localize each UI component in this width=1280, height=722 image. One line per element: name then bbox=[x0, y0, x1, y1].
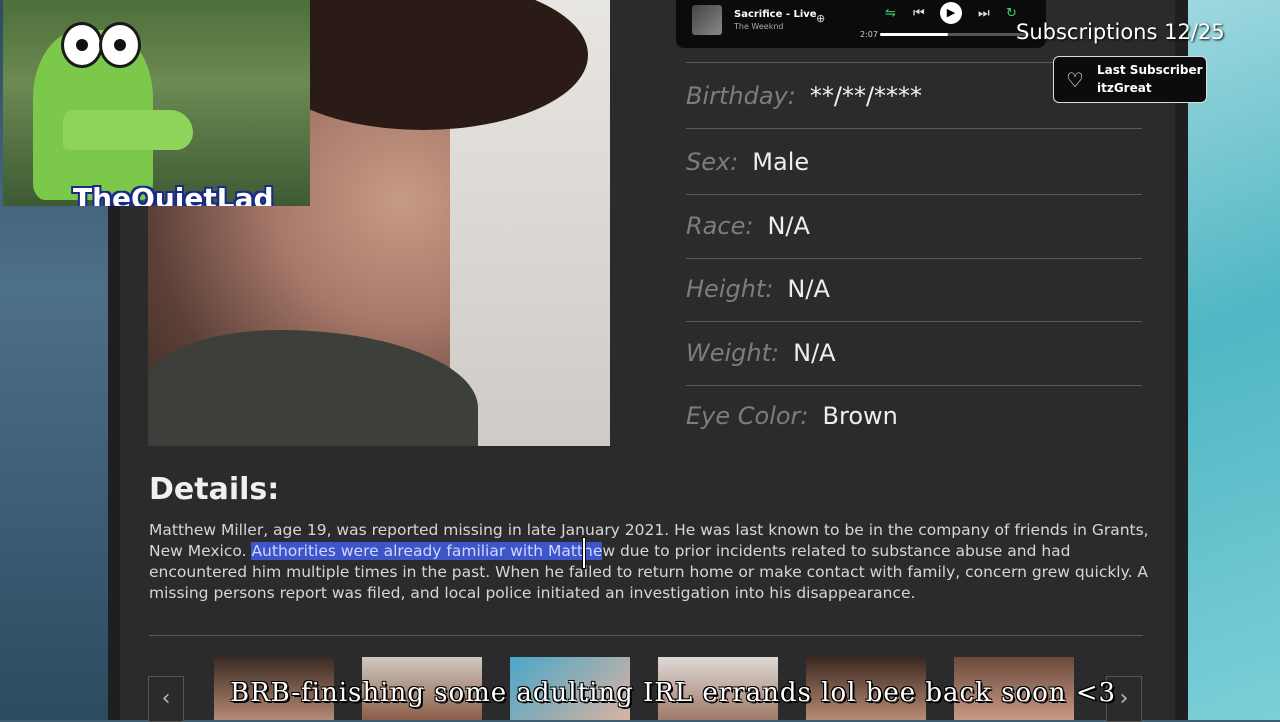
brb-ticker: BRB-finishing some adulting IRL errands … bbox=[230, 678, 1117, 708]
field-label: Height: bbox=[686, 275, 774, 303]
field-value: Brown bbox=[822, 402, 898, 430]
details-text[interactable]: Matthew Miller, age 19, was reported mis… bbox=[149, 520, 1149, 604]
field-value: N/A bbox=[767, 212, 810, 240]
field-value: **/**/**** bbox=[809, 82, 923, 110]
progress-bar[interactable] bbox=[880, 33, 1030, 36]
last-subscriber-name: itzGreat bbox=[1097, 81, 1152, 95]
field-sex: Sex: Male bbox=[686, 148, 1142, 195]
background-right bbox=[1180, 0, 1280, 720]
field-label: Weight: bbox=[686, 339, 780, 367]
progress-fill bbox=[880, 33, 948, 36]
field-value: N/A bbox=[787, 275, 830, 303]
field-label: Birthday: bbox=[686, 82, 796, 110]
crocodile-jaw bbox=[63, 110, 193, 150]
carousel-prev-button[interactable]: ‹ bbox=[148, 676, 184, 722]
next-icon[interactable]: ⏭ bbox=[978, 6, 990, 21]
field-race: Race: N/A bbox=[686, 212, 1142, 259]
add-icon[interactable]: ⊕ bbox=[816, 12, 825, 25]
streamer-overlay: TheQuietLad bbox=[3, 0, 310, 206]
last-subscriber-card: ♡ Last Subscriber itzGreat bbox=[1053, 56, 1207, 103]
song-artist: The Weeknd bbox=[734, 22, 784, 31]
selected-text: Authorities were already familiar with M… bbox=[251, 542, 603, 560]
field-value: Male bbox=[752, 148, 810, 176]
shuffle-icon[interactable]: ⇋ bbox=[885, 6, 896, 21]
field-height: Height: N/A bbox=[686, 275, 1142, 322]
field-value: N/A bbox=[793, 339, 836, 367]
mascot-eye-icon bbox=[61, 22, 103, 68]
play-button[interactable]: ▶ bbox=[940, 2, 962, 24]
streamer-brand: TheQuietLad bbox=[73, 182, 274, 206]
field-label: Eye Color: bbox=[686, 402, 809, 430]
field-weight: Weight: N/A bbox=[686, 339, 1142, 386]
field-label: Race: bbox=[686, 212, 754, 240]
field-eye-color: Eye Color: Brown bbox=[686, 402, 1142, 448]
repeat-icon[interactable]: ↻ bbox=[1006, 6, 1017, 21]
elapsed-time: 2:07 bbox=[860, 30, 878, 39]
details-heading: Details: bbox=[149, 472, 280, 507]
heart-icon: ♡ bbox=[1066, 68, 1084, 92]
last-subscriber-label: Last Subscriber bbox=[1097, 63, 1203, 77]
details-divider bbox=[149, 635, 1143, 636]
text-cursor-icon bbox=[583, 538, 585, 568]
field-label: Sex: bbox=[686, 148, 739, 176]
album-art-icon bbox=[692, 5, 722, 35]
subscriptions-counter: Subscriptions 12/25 bbox=[1016, 20, 1225, 44]
mascot-eye-icon bbox=[99, 22, 141, 68]
music-player: Sacrifice - Live The Weeknd ⊕ ⇋ ⏮ ▶ ⏭ ↻ … bbox=[676, 0, 1046, 48]
song-title: Sacrifice - Live bbox=[734, 9, 817, 20]
previous-icon[interactable]: ⏮ bbox=[913, 6, 925, 21]
